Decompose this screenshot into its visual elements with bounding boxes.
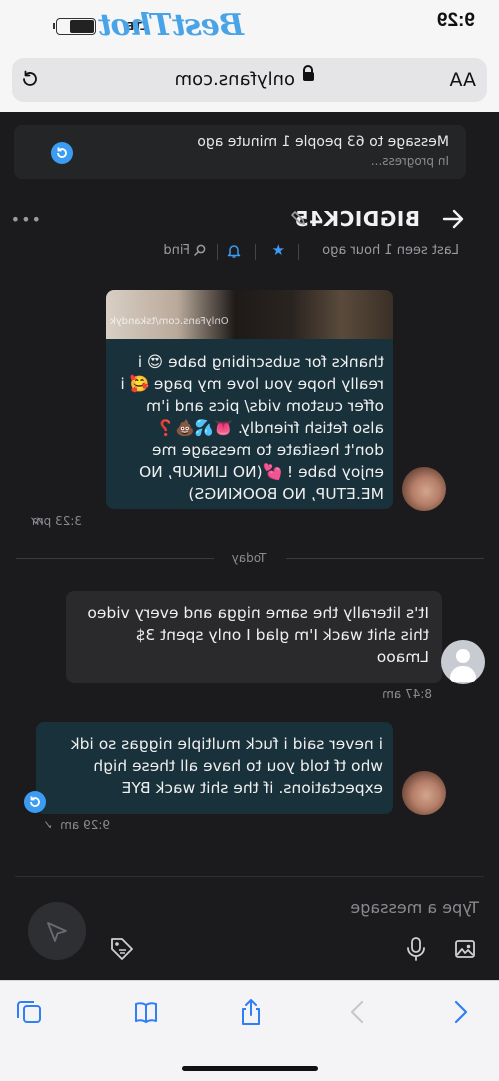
mirrored-screen: 9:29 LTE BestThot AA onlyfans.com Messag…: [0, 0, 499, 1081]
send-button[interactable]: [28, 902, 86, 960]
pencil-icon[interactable]: [289, 209, 307, 227]
forward-icon: [350, 1000, 364, 1024]
avatar[interactable]: [402, 467, 446, 511]
divider: [217, 244, 218, 260]
tag-icon[interactable]: [109, 936, 135, 962]
message-text: It's literally the same nigga and every …: [87, 604, 429, 666]
search-icon[interactable]: [194, 244, 206, 256]
bell-icon[interactable]: [227, 243, 241, 259]
back-arrow-icon[interactable]: [441, 208, 465, 230]
last-seen-status: Last seen 1 hour ago: [322, 243, 459, 258]
date-divider-line: [16, 558, 214, 559]
chat-username[interactable]: BIGDICK45: [294, 207, 420, 231]
image-icon[interactable]: [453, 937, 477, 961]
read-checkmarks-icon: ✓✓: [32, 514, 45, 528]
media-watermark: OnlyFans.com/tskandyk: [110, 316, 229, 327]
avatar[interactable]: [441, 640, 485, 684]
banner-subtitle: In progress...: [370, 154, 449, 168]
sync-icon: [51, 142, 73, 164]
reload-icon[interactable]: [21, 70, 39, 88]
message-time: 9:29 am: [60, 818, 110, 832]
avatar[interactable]: [402, 771, 446, 815]
lock-icon: [303, 72, 314, 81]
banner-title: Message to 63 people 1 minute ago: [197, 134, 449, 150]
bookmarks-icon[interactable]: [131, 997, 161, 1027]
status-time: 9:29: [436, 10, 475, 31]
text-size-button[interactable]: AA: [449, 69, 476, 91]
share-icon[interactable]: [236, 997, 266, 1027]
sent-checkmark-icon: ✓: [46, 818, 53, 832]
star-icon[interactable]: ★: [272, 241, 285, 259]
find-button[interactable]: Find: [163, 243, 190, 258]
more-icon[interactable]: •••: [10, 210, 41, 229]
home-indicator: [182, 1066, 318, 1071]
url-text[interactable]: onlyfans.com: [175, 69, 295, 90]
back-icon[interactable]: [445, 997, 475, 1027]
date-divider-line: [286, 558, 484, 559]
tabs-icon[interactable]: [14, 997, 44, 1027]
message-text: thanks for subscribing babe 😍 i really h…: [120, 353, 384, 503]
date-divider-label: Today: [231, 551, 267, 565]
composer-divider: [15, 876, 484, 877]
message-time: 8:47 am: [382, 687, 432, 701]
divider: [255, 244, 256, 260]
battery-icon: [56, 18, 96, 35]
sync-icon: [24, 791, 46, 813]
mic-icon[interactable]: [405, 936, 427, 962]
divider: [298, 244, 299, 260]
watermark: BestThot: [98, 8, 244, 43]
message-media-image[interactable]: OnlyFans.com/tskandyk: [106, 290, 393, 339]
message-text: i never said i fuck multiple niggas so i…: [70, 735, 383, 797]
message-input[interactable]: Type a message: [350, 898, 479, 917]
